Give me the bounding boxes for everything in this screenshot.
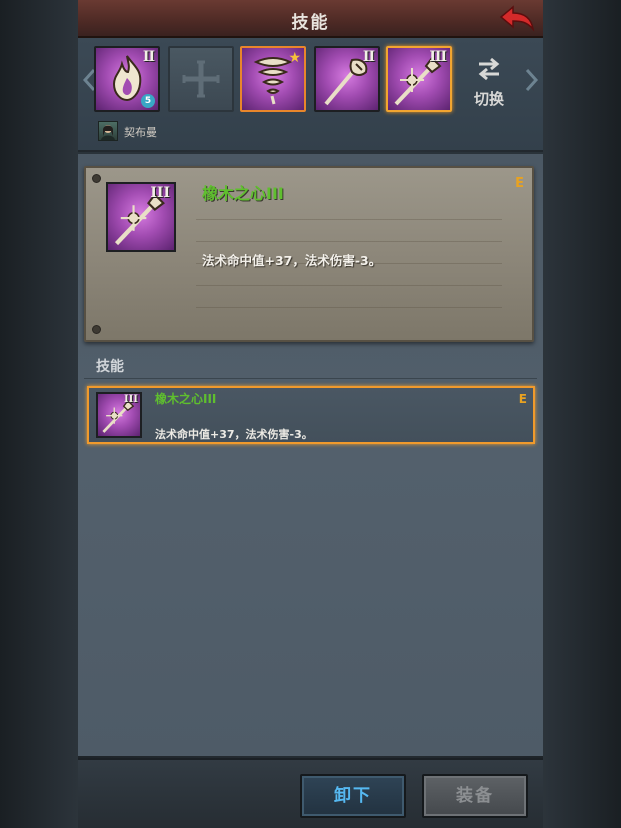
equipped-skill-bar: II 5 ★ II III 切换 契布曼 [78, 38, 543, 150]
skill-list-item-grade: E [518, 392, 527, 406]
section-title: 技能 [96, 359, 124, 375]
star-icon: ★ [288, 50, 301, 66]
skill-rank: III [429, 49, 447, 65]
skill-panel: III 橡木之心III E 法术命中值+37，法术伤害-3。 技能 III 橡木… [78, 152, 543, 756]
skill-list-item-name: 橡木之心III [155, 392, 217, 406]
rivet-decoration [92, 174, 101, 183]
page-title: 技能 [291, 13, 330, 33]
detail-skill-icon: III [106, 182, 176, 252]
skill-slot-2-empty[interactable] [168, 46, 234, 112]
back-arrow-icon [499, 5, 535, 32]
skill-level-badge: 5 [141, 94, 155, 108]
skill-list-item-icon: III [96, 392, 142, 438]
header-bar: 技能 [78, 0, 543, 38]
detail-skill-grade: E [515, 176, 524, 191]
rivet-decoration [92, 325, 101, 334]
skill-list-item[interactable]: III 橡木之心III E 法术命中值+37，法术伤害-3。 [87, 386, 535, 444]
hero-name: 契布曼 [124, 126, 157, 139]
switch-label: 切换 [473, 90, 504, 108]
skill-list-item-description: 法术命中值+37，法术伤害-3。 [155, 428, 313, 441]
skill-slot-5-selected[interactable]: III [386, 46, 452, 112]
back-button[interactable] [497, 3, 537, 35]
skill-slot-1[interactable]: II 5 [94, 46, 160, 112]
hero-avatar[interactable] [98, 121, 118, 141]
skill-detail-card: III 橡木之心III E 法术命中值+37，法术伤害-3。 [84, 166, 534, 342]
chevron-right-icon [525, 68, 539, 92]
skill-slot-3[interactable]: ★ [240, 46, 306, 112]
hero-portrait-icon [101, 125, 115, 140]
detail-skill-description: 法术命中值+37，法术伤害-3。 [202, 253, 382, 268]
skill-rank: II [142, 49, 155, 65]
empty-slot-cross-icon [182, 60, 220, 98]
bottom-action-bar: 卸下 装备 [78, 758, 543, 828]
swap-arrows-icon [478, 57, 500, 81]
skill-rank: III [150, 185, 170, 201]
equip-button[interactable]: 装备 [422, 774, 528, 818]
right-background-shade [543, 0, 621, 828]
skill-slot-4[interactable]: II [314, 46, 380, 112]
scroll-right-button[interactable] [523, 68, 539, 92]
unequip-button[interactable]: 卸下 [300, 774, 406, 818]
detail-skill-name: 橡木之心III [202, 184, 284, 203]
switch-button[interactable]: 切换 [468, 56, 510, 108]
skill-rank: II [362, 49, 375, 65]
left-background-shade [0, 0, 78, 828]
skill-rank: III [123, 394, 138, 405]
section-divider [84, 378, 537, 379]
